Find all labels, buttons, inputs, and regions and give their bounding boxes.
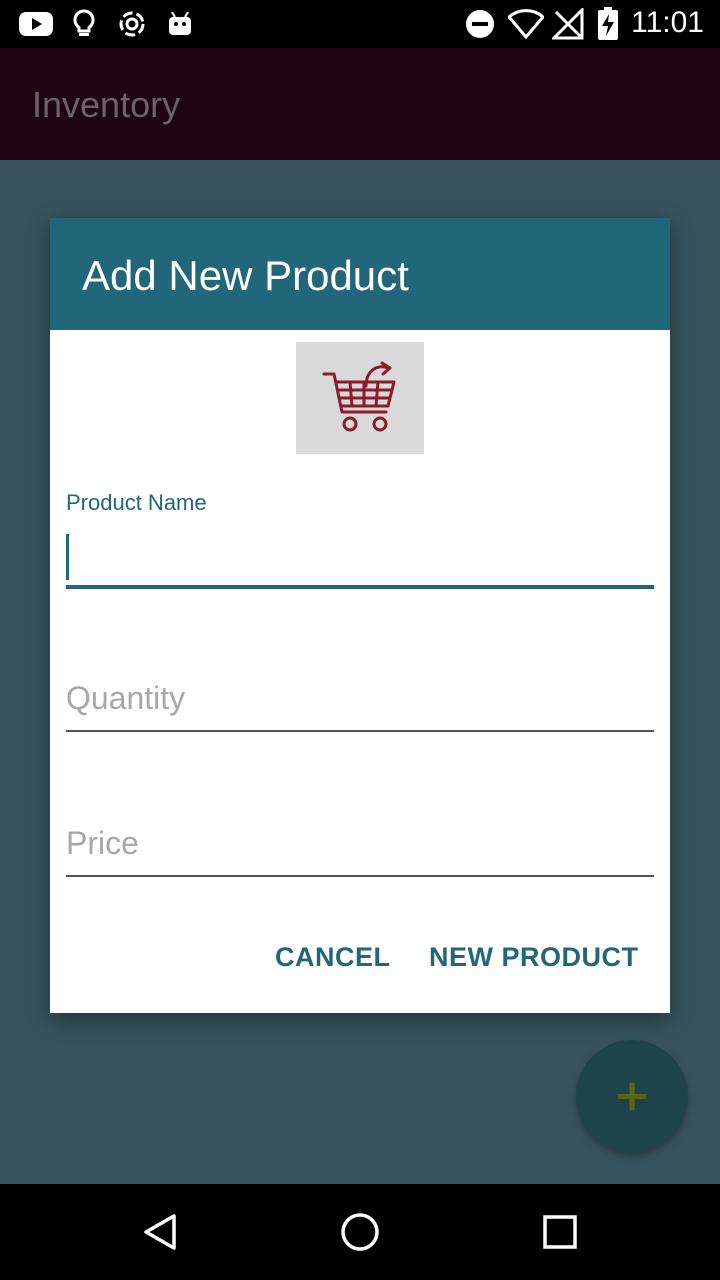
do-not-disturb-icon	[464, 8, 496, 40]
product-name-field[interactable]	[66, 534, 654, 590]
quantity-field[interactable]	[66, 674, 654, 734]
app-title: Inventory	[32, 84, 181, 125]
dialog-title: Add New Product	[82, 252, 409, 299]
text-cursor	[66, 534, 69, 580]
add-product-dialog: Add New Product Product Name Quantity Pr…	[50, 218, 670, 1013]
quantity-underline	[66, 730, 654, 732]
sync-icon	[116, 8, 148, 40]
product-image-button[interactable]	[296, 342, 424, 454]
recents-icon[interactable]	[536, 1208, 584, 1256]
price-input[interactable]	[66, 819, 654, 867]
status-bar: 11:01	[0, 0, 720, 48]
product-name-input[interactable]	[66, 534, 654, 582]
lightbulb-icon	[70, 8, 98, 40]
price-field[interactable]	[66, 819, 654, 879]
product-name-underline	[66, 585, 654, 589]
product-name-label: Product Name	[66, 490, 207, 515]
home-icon[interactable]	[336, 1208, 384, 1256]
app-bar: Inventory	[0, 48, 720, 160]
android-icon	[166, 8, 194, 40]
price-underline	[66, 875, 654, 877]
back-icon[interactable]	[136, 1208, 184, 1256]
navigation-bar	[0, 1184, 720, 1280]
add-product-fab[interactable]: +	[576, 1040, 688, 1152]
new-product-button[interactable]: NEW PRODUCT	[429, 942, 639, 973]
cancel-button[interactable]: CANCEL	[275, 942, 391, 973]
quantity-input[interactable]	[66, 674, 654, 722]
shopping-cart-icon	[322, 361, 396, 432]
wifi-icon	[508, 8, 544, 40]
youtube-icon	[18, 8, 54, 40]
plus-icon: +	[613, 1070, 651, 1121]
dialog-header: Add New Product	[50, 218, 670, 330]
clock: 11:01	[631, 6, 704, 39]
battery-charging-icon	[596, 7, 620, 40]
no-signal-icon	[552, 8, 584, 40]
